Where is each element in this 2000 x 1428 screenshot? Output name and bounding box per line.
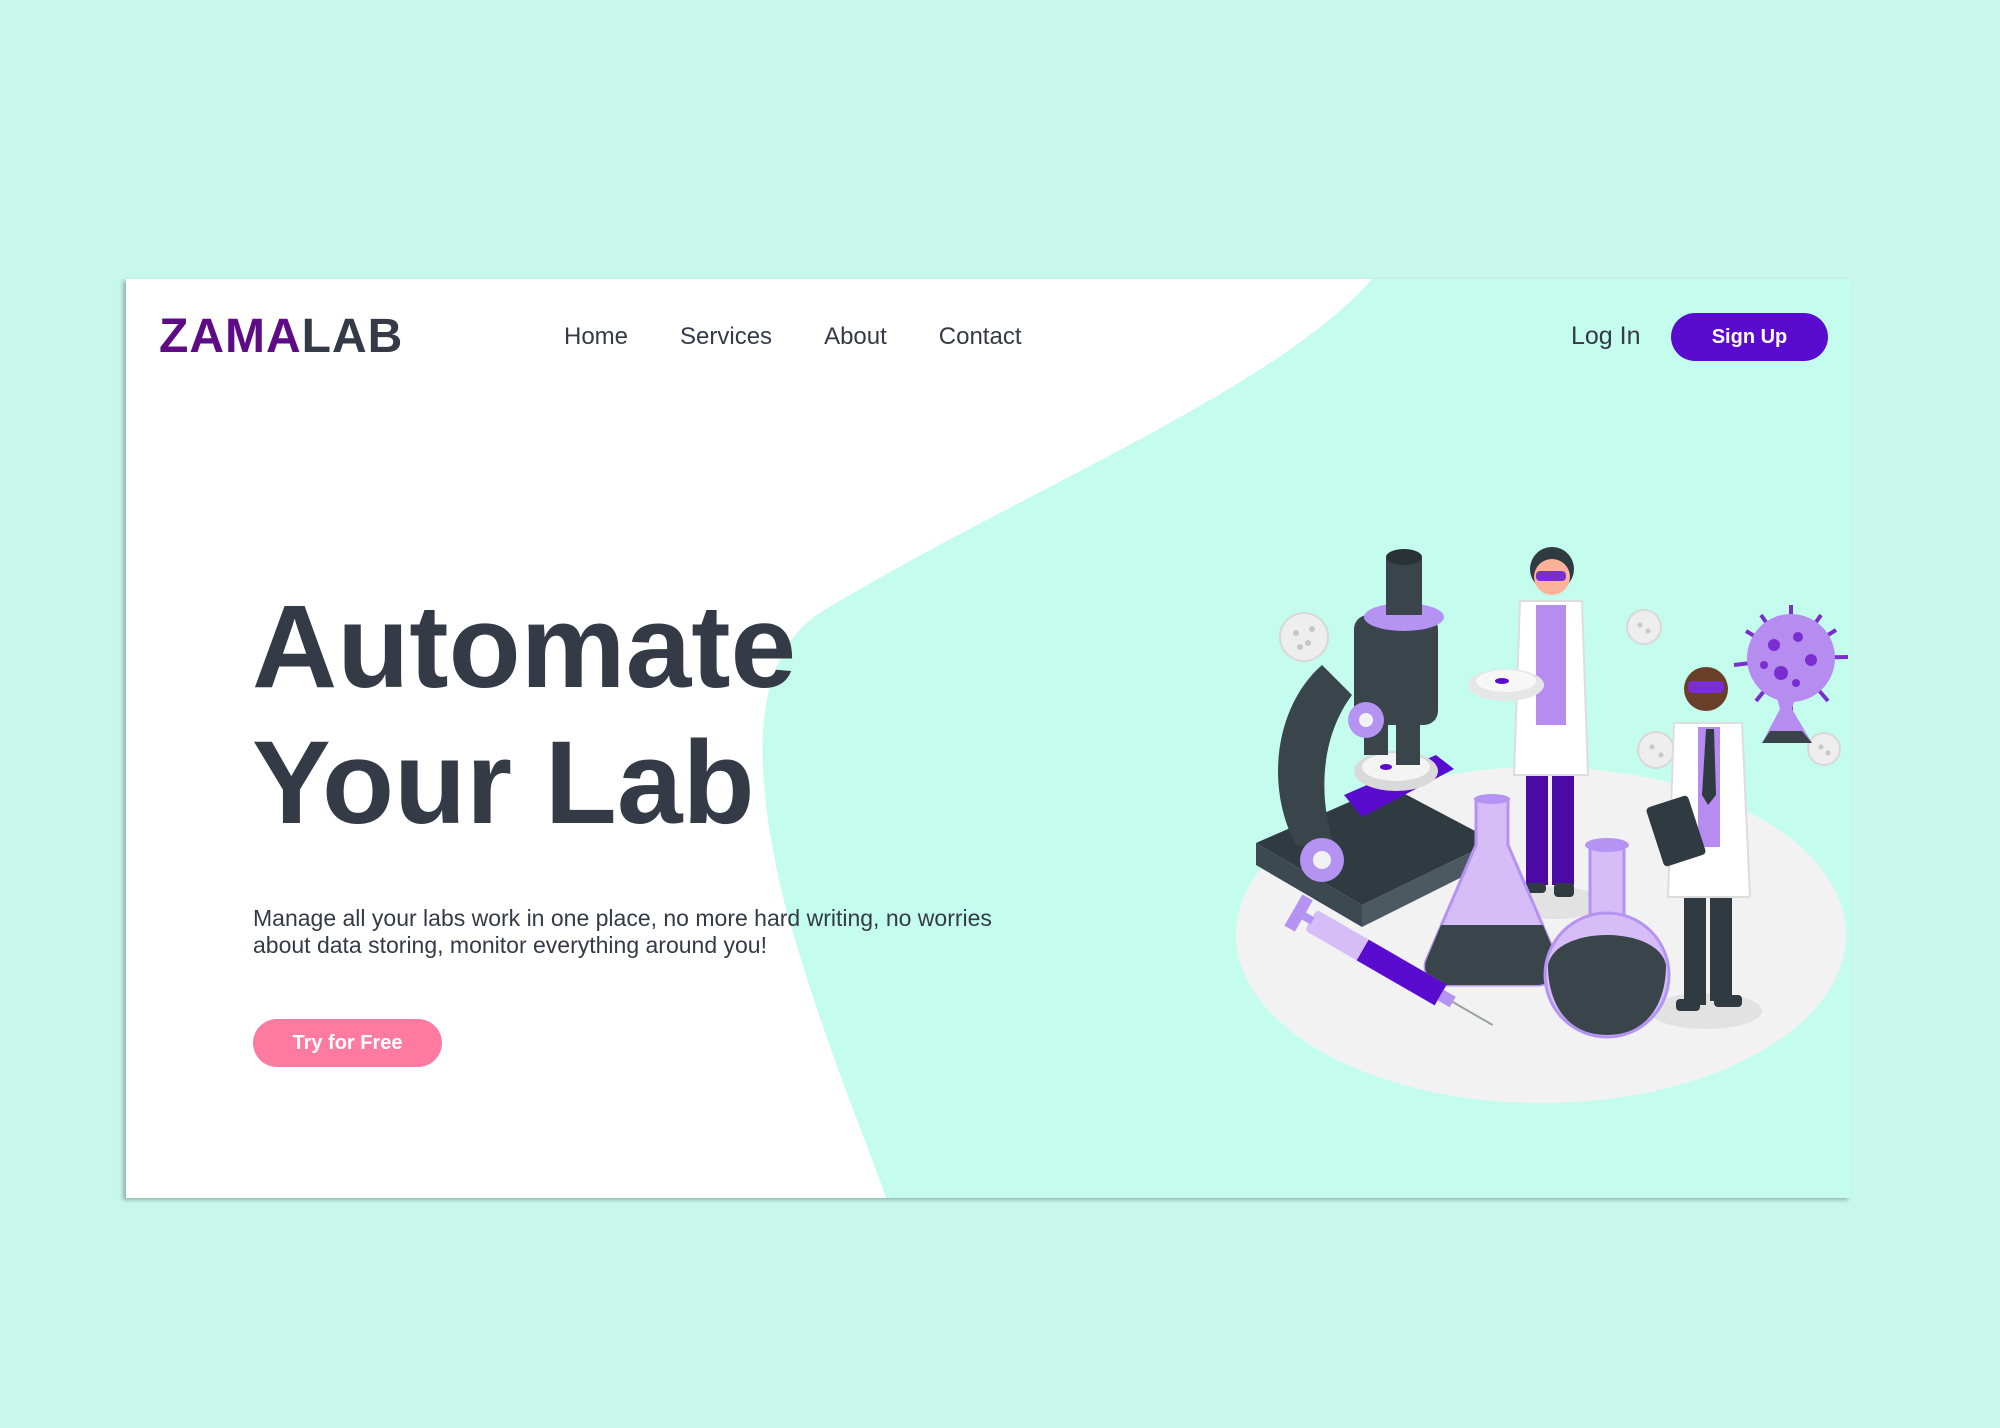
- nav-home[interactable]: Home: [564, 325, 628, 349]
- lab-illustration: [1236, 547, 1849, 1103]
- logo-part-zama: ZAMA: [159, 310, 302, 363]
- try-for-free-button[interactable]: Try for Free: [253, 1019, 442, 1067]
- brand-logo[interactable]: ZAMALAB: [159, 313, 403, 361]
- login-link[interactable]: Log In: [1571, 324, 1641, 349]
- headline-line-2: Your Lab: [252, 717, 755, 849]
- logo-part-lab: LAB: [301, 310, 404, 363]
- signup-button[interactable]: Sign Up: [1671, 313, 1828, 361]
- microscope-icon: [1256, 549, 1494, 927]
- nav-about[interactable]: About: [824, 325, 887, 349]
- nav-services[interactable]: Services: [680, 325, 772, 349]
- main-nav: Home Services About Contact: [564, 325, 1022, 349]
- hero-subtext: Manage all your labs work in one place, …: [253, 905, 992, 958]
- headline-line-1: Automate: [252, 581, 797, 713]
- landing-card: ZAMALAB Home Services About Contact Log …: [126, 279, 1851, 1198]
- nav-contact[interactable]: Contact: [939, 325, 1022, 349]
- hero-headline: Automate Your Lab: [252, 579, 796, 851]
